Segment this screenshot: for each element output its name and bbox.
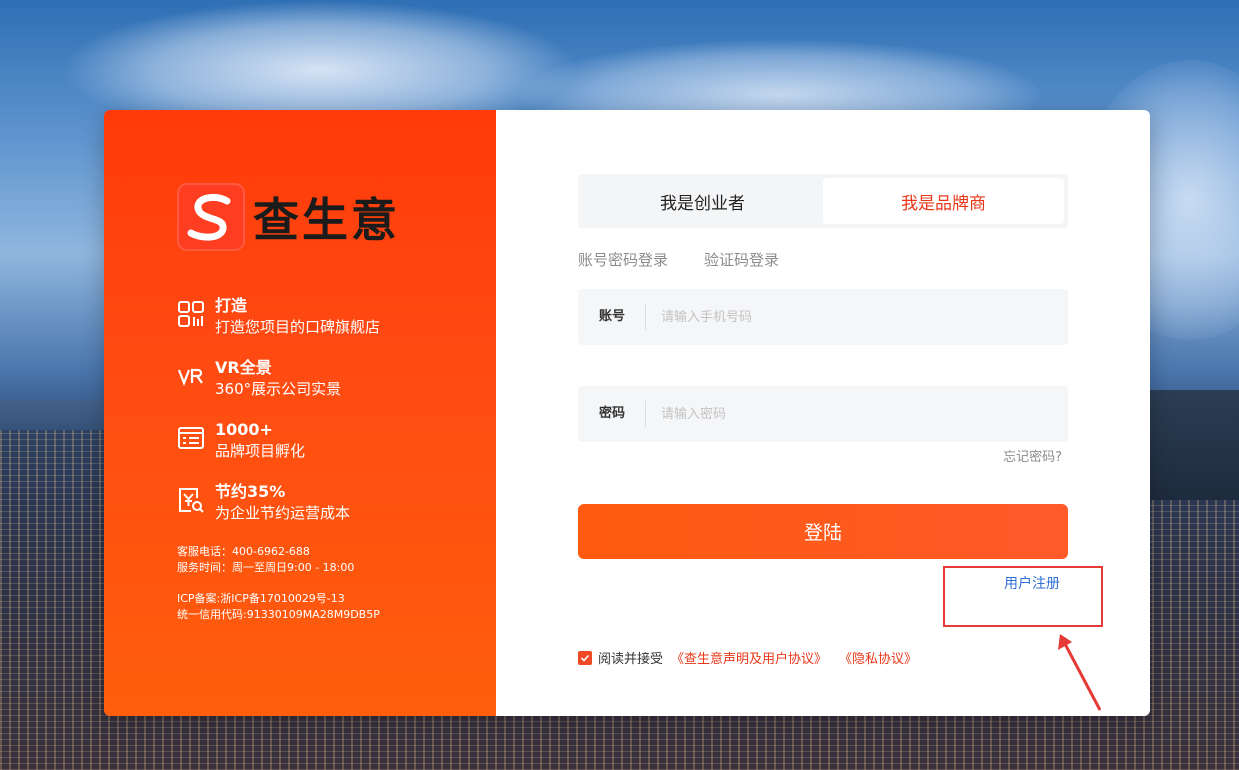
feature-desc: 为企业节约运营成本 — [215, 504, 351, 522]
credit-code: 统一信用代码:91330109MA28M9DB5P — [177, 608, 380, 621]
brand-name: 查生意 — [253, 193, 400, 247]
icp-record: ICP备案:浙ICP备17010029号-13 — [177, 592, 345, 605]
feature-item: 打造 打造您项目的口碑旗舰店 — [177, 296, 380, 358]
check-icon — [580, 654, 590, 662]
service-hours: 服务时间：周一至周日9:00 - 18:00 — [177, 561, 355, 574]
logo-s-icon — [177, 183, 245, 251]
brand-logo: 查生意 — [177, 183, 400, 251]
feature-item: 节约35% 为企业节约运营成本 — [177, 482, 380, 544]
account-label: 账号 — [578, 304, 646, 330]
feature-title: VR全景 — [215, 358, 272, 377]
password-field: 密码 — [578, 386, 1068, 442]
service-phone: 客服电话：400-6962-688 — [177, 545, 310, 558]
tab-password-login[interactable]: 账号密码登录 — [578, 249, 668, 270]
yen-search-icon — [177, 486, 205, 514]
background-hill — [1150, 390, 1239, 500]
role-switcher: 我是创业者 我是品牌商 — [578, 174, 1068, 228]
vr-icon — [177, 362, 205, 390]
agreement-checkbox[interactable] — [578, 650, 592, 665]
feature-desc: 360°展示公司实景 — [215, 380, 342, 398]
list-doc-icon — [177, 424, 205, 452]
feature-desc: 打造您项目的口碑旗舰店 — [215, 318, 381, 336]
feature-title: 1000+ — [215, 420, 273, 439]
pointer-arrow-icon — [1058, 634, 1102, 711]
login-button[interactable]: 登陆 — [578, 504, 1068, 559]
account-field: 账号 — [578, 289, 1068, 345]
privacy-agreement-link[interactable]: 《隐私协议》 — [839, 648, 917, 667]
user-agreement-link[interactable]: 《查生意声明及用户协议》 — [671, 648, 827, 667]
feature-item: VR全景 360°展示公司实景 — [177, 358, 380, 420]
promo-panel: 查生意 打造 打造您项目的口碑旗舰店 VR全景 360°展示公司实景 1000+… — [104, 110, 496, 716]
feature-desc: 品牌项目孵化 — [215, 442, 306, 460]
tab-brand-owner[interactable]: 我是品牌商 — [823, 178, 1064, 224]
account-input[interactable] — [646, 289, 1068, 345]
service-info: 客服电话：400-6962-688 服务时间：周一至周日9:00 - 18:00 — [177, 544, 354, 576]
feature-item: 1000+ 品牌项目孵化 — [177, 420, 380, 482]
password-label: 密码 — [578, 401, 646, 427]
icp-info: ICP备案:浙ICP备17010029号-13 统一信用代码:91330109M… — [177, 591, 380, 623]
tab-entrepreneur[interactable]: 我是创业者 — [582, 178, 823, 224]
forgot-password-link[interactable]: 忘记密码? — [1003, 446, 1062, 465]
feature-list: 打造 打造您项目的口碑旗舰店 VR全景 360°展示公司实景 1000+ 品牌项… — [177, 296, 380, 544]
feature-title: 节约35% — [215, 482, 286, 501]
agreement-row: 阅读并接受 《查生意声明及用户协议》 《隐私协议》 — [578, 648, 929, 667]
feature-title: 打造 — [215, 296, 248, 315]
login-method-tabs: 账号密码登录 验证码登录 — [578, 249, 779, 270]
qr-code-icon — [177, 300, 205, 328]
password-input[interactable] — [646, 386, 1068, 442]
agreement-text: 阅读并接受 — [598, 652, 664, 667]
highlight-box — [943, 566, 1103, 627]
tab-code-login[interactable]: 验证码登录 — [704, 249, 779, 270]
